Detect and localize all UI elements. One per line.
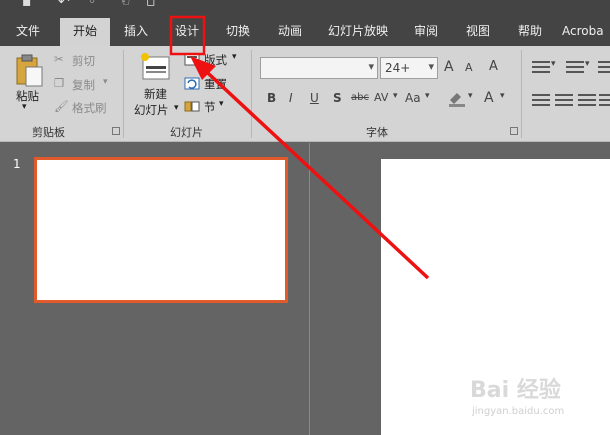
reset-button[interactable]: 重置 — [204, 76, 227, 92]
group-divider — [123, 50, 124, 138]
layout-button[interactable]: 版式 — [204, 52, 227, 68]
save-icon[interactable]: ▪ — [22, 0, 32, 10]
clear-formatting-button[interactable]: A — [489, 59, 498, 74]
highlight-icon[interactable] — [447, 90, 467, 108]
new-slide-icon[interactable] — [140, 52, 172, 82]
slide-thumbnail[interactable] — [34, 157, 288, 303]
dialog-launcher-icon[interactable] — [112, 127, 120, 135]
touch-mode-icon[interactable]: ☜ — [118, 0, 131, 10]
chevron-down-icon: ▾ — [368, 60, 374, 73]
reset-icon — [184, 77, 200, 90]
dialog-launcher-icon[interactable] — [510, 127, 518, 135]
font-color-button[interactable]: A — [484, 90, 494, 106]
format-painter-icon: 🖌 — [54, 99, 69, 113]
tab-review[interactable]: 审阅 — [406, 18, 446, 46]
group-label-clipboard: 剪贴板 — [32, 126, 65, 139]
tab-slideshow[interactable]: 幻灯片放映 — [322, 18, 394, 46]
group-label-slides: 幻灯片 — [170, 126, 203, 139]
change-case-button[interactable]: Aa — [405, 91, 421, 105]
group-divider — [521, 50, 522, 138]
chevron-down-icon[interactable]: ▾ — [468, 91, 473, 101]
tab-insert[interactable]: 插入 — [116, 18, 156, 46]
undo-icon[interactable]: ↶ — [58, 0, 70, 10]
grow-font-button[interactable]: A — [444, 59, 454, 75]
layout-icon — [184, 53, 200, 66]
chevron-down-icon[interactable]: ▾ — [103, 77, 108, 87]
format-painter-button[interactable]: 格式刷 — [72, 100, 107, 116]
group-divider — [251, 50, 252, 138]
ribbon-tabs: 文件 开始 插入 设计 切换 动画 幻灯片放映 审阅 视图 帮助 Acroba — [0, 14, 610, 46]
redo-icon[interactable]: ◦ — [88, 0, 96, 10]
scissors-icon: ✂ — [54, 52, 64, 66]
tab-home[interactable]: 开始 — [60, 18, 110, 46]
align-left-icon[interactable] — [532, 94, 550, 106]
start-slideshow-icon[interactable]: ▫ — [146, 0, 156, 10]
align-right-icon[interactable] — [578, 94, 596, 106]
slide-number: 1 — [13, 157, 21, 171]
paste-button[interactable]: 粘贴 — [16, 88, 39, 104]
copy-icon: ❐ — [54, 76, 65, 90]
font-size-select[interactable]: 24+ ▾ — [380, 57, 438, 79]
cut-button[interactable]: 剪切 — [72, 53, 95, 69]
chevron-down-icon: ▾ — [428, 60, 434, 73]
font-name-select[interactable]: ▾ — [260, 57, 378, 79]
chevron-down-icon[interactable]: ▾ — [232, 52, 237, 62]
new-slide-button[interactable]: 新建 — [144, 86, 167, 102]
tab-help[interactable]: 帮助 — [510, 18, 550, 46]
bullets-icon[interactable] — [532, 61, 550, 73]
chevron-down-icon[interactable]: ▾ — [22, 102, 27, 112]
numbering-icon[interactable] — [566, 61, 584, 73]
tab-transitions[interactable]: 切换 — [218, 18, 258, 46]
chevron-down-icon[interactable]: ▾ — [219, 99, 224, 109]
chevron-down-icon[interactable]: ▾ — [393, 91, 398, 101]
new-slide-label[interactable]: 幻灯片 — [134, 102, 169, 118]
shadow-button[interactable]: S — [333, 91, 342, 105]
powerpoint-window: ▪ ↶ ◦ ☜ ▫ 文件 开始 插入 设计 切换 动画 幻灯片放映 审阅 视图 … — [0, 0, 610, 435]
section-button[interactable]: 节 — [204, 99, 216, 115]
italic-button[interactable]: I — [289, 91, 293, 105]
underline-button[interactable]: U — [310, 91, 319, 105]
slide-thumbnail-pane: 1 — [0, 143, 310, 435]
paste-icon[interactable] — [14, 54, 44, 88]
shrink-font-button[interactable]: A — [465, 61, 473, 74]
strikethrough-button[interactable]: abc — [351, 92, 369, 103]
chevron-down-icon[interactable]: ▾ — [425, 91, 430, 101]
quick-access-toolbar: ▪ ↶ ◦ ☜ ▫ — [0, 0, 610, 14]
watermark: Bai 经验 jingyan.baidu.com — [470, 372, 600, 428]
section-icon — [184, 101, 200, 112]
chevron-down-icon[interactable]: ▾ — [585, 59, 590, 69]
tab-file[interactable]: 文件 — [6, 18, 50, 46]
tab-view[interactable]: 视图 — [458, 18, 498, 46]
ribbon-home: 粘贴 ▾ ✂ 剪切 ❐ 复制 ▾ 🖌 格式刷 剪贴板 新建 幻灯片 ▾ 版式 ▾ — [0, 46, 610, 142]
tab-design[interactable]: 设计 — [168, 18, 206, 46]
group-label-font: 字体 — [366, 126, 388, 139]
chevron-down-icon[interactable]: ▾ — [500, 91, 505, 101]
tab-acrobat[interactable]: Acroba — [562, 18, 610, 46]
justify-icon[interactable] — [599, 94, 610, 106]
decrease-indent-icon[interactable] — [598, 61, 610, 73]
bold-button[interactable]: B — [267, 91, 276, 105]
chevron-down-icon[interactable]: ▾ — [551, 59, 556, 69]
character-spacing-button[interactable]: AV — [374, 91, 388, 104]
align-center-icon[interactable] — [555, 94, 573, 106]
watermark-url: jingyan.baidu.com — [472, 406, 565, 417]
chevron-down-icon[interactable]: ▾ — [174, 103, 179, 113]
watermark-logo: Bai 经验 — [470, 378, 561, 403]
copy-button[interactable]: 复制 — [72, 77, 95, 93]
tab-animations[interactable]: 动画 — [270, 18, 310, 46]
